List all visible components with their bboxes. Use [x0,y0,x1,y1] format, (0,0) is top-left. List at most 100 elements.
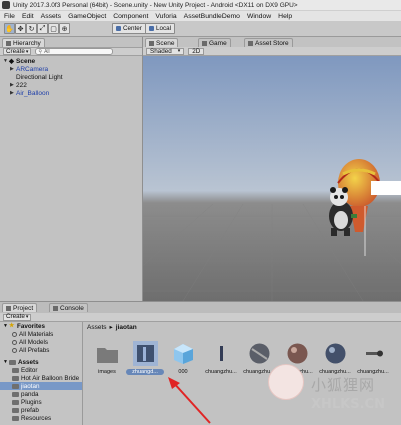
asset-folder[interactable]: Editor [0,366,82,374]
tab-hierarchy[interactable]: Hierarchy [2,38,45,47]
menu-window[interactable]: Window [247,13,271,20]
star-icon: ★ [9,323,15,329]
window-title: Unity 2017.3.0f3 Personal (64bit) - Scen… [13,1,298,9]
menu-assetbundledemo[interactable]: AssetBundleDemo [184,13,240,20]
rect-tool-button[interactable]: ▢ [48,23,59,34]
search-icon: ⚲ [38,48,43,55]
hierarchy-item-label: Directional Light [16,73,63,81]
asset-label: images [98,369,116,375]
hierarchy-panel: Hierarchy Create ▾ ⚲ All ▼ ◆ Scene ▶ ARC… [0,37,143,301]
tab-scene[interactable]: Scene [145,38,179,47]
folder-icon [12,383,19,389]
pivot-center-button[interactable]: Center [112,23,146,34]
hierarchy-item-label: Air_Balloon [16,89,50,97]
project-header: Create ▾ [0,313,401,322]
hierarchy-item[interactable]: Directional Light [0,73,142,81]
asset-folder[interactable]: Hot Air Balloon Bride [0,374,82,382]
create-label: Create [6,313,25,320]
asset-000[interactable]: 000 [164,341,202,381]
hierarchy-scene-row[interactable]: ▼ ◆ Scene [0,57,142,66]
scene-view-canvas [143,56,401,301]
dropdown-arrow-icon: ▾ [25,48,29,55]
breadcrumb: Assets ▸ jiaotan [84,322,401,332]
project-tab-icon [6,305,11,311]
asset-folder-label: panda [21,390,39,398]
project-create-button[interactable]: Create ▾ [3,313,32,321]
tab-project[interactable]: Project [2,303,38,312]
favorite-item[interactable]: All Models [0,338,82,346]
transform-icon: ⊕ [61,25,68,33]
scale-tool-button[interactable]: ⤢ [37,23,48,34]
breadcrumb-jiaotan[interactable]: jiaotan [116,324,137,331]
menu-edit[interactable]: Edit [22,13,34,20]
asset-images[interactable]: images [88,341,126,381]
folder-icon [12,399,19,405]
folder-icon [12,415,19,421]
tab-console[interactable]: Console [49,303,88,312]
favorites-section[interactable]: ▼ ★ Favorites [0,322,82,330]
asset-folder-label: Plugins [21,398,42,406]
scene-viewport[interactable] [143,56,401,301]
tab-asset-store[interactable]: Asset Store [244,38,293,47]
rotate-tool-button[interactable]: ↻ [26,23,37,34]
menu-bar: File Edit Assets GameObject Component Vu… [0,11,401,21]
hierarchy-item[interactable]: ▶ ARCamera [0,65,142,73]
asset-folder-selected[interactable]: jiaotan [0,382,82,390]
favorite-item[interactable]: All Prefabs [0,346,82,354]
shading-mode-dropdown[interactable]: Shaded ▾ [146,47,185,55]
hierarchy-item-label: 222 [16,81,27,89]
menu-gameobject[interactable]: GameObject [68,13,106,20]
mode-2d-toggle[interactable]: 2D [188,47,205,55]
move-icon: ✥ [17,25,24,33]
tab-console-label: Console [60,304,84,312]
hierarchy-create-button[interactable]: Create ▾ [3,48,32,55]
asset-label: 000 [178,369,188,375]
asset-folder[interactable]: prefab [0,406,82,414]
pivot-label: Center [123,25,142,32]
tab-game[interactable]: Game [198,38,231,47]
asset-folder[interactable]: panda [0,390,82,398]
local-space-icon [149,26,154,31]
favorites-label: Favorites [17,322,45,330]
watermark-cn: 小狐狸网 [311,376,376,394]
hierarchy-tab-icon [6,40,11,46]
asset-label: chuangzhu... [205,369,237,375]
hierarchy-search-input[interactable]: ⚲ All [35,48,114,55]
model-icon [133,341,158,366]
asset-zhuangd[interactable]: zhuangd... [126,341,164,381]
menu-assets[interactable]: Assets [41,13,61,20]
move-tool-button[interactable]: ✥ [15,23,26,34]
tab-game-label: Game [209,39,227,47]
hierarchy-list: ▼ ◆ Scene ▶ ARCamera Directional Light ▶… [0,57,142,97]
favorite-item-label: All Models [19,338,49,346]
asset-folder-label: jiaotan [21,382,40,390]
favorite-item-label: All Prefabs [19,346,50,354]
hierarchy-item[interactable]: ▶ Air_Balloon [0,89,142,97]
transform-tool-button[interactable]: ⊕ [59,23,70,34]
hierarchy-item[interactable]: ▶ 222 [0,81,142,89]
tab-asset-store-label: Asset Store [255,39,289,47]
menu-component[interactable]: Component [113,13,148,20]
menu-file[interactable]: File [4,13,15,20]
asset-folder-label: Hot Air Balloon Bride [21,374,80,382]
scene-panel: Scene Game Asset Store Shaded ▾ 2D [143,37,401,301]
asset-folder-label: Editor [21,366,38,374]
asset-chuangzhu-1[interactable]: chuangzhu... [202,341,240,381]
tab-hierarchy-label: Hierarchy [13,39,41,47]
menu-help[interactable]: Help [278,13,292,20]
assets-section[interactable]: ▼ Assets [0,358,82,366]
project-tab-bar: Project Console [0,302,401,313]
asset-folder-label: Resources [21,414,52,422]
menu-vuforia[interactable]: Vuforia [155,13,176,20]
watermark-en: XHLKS.CN [311,397,385,412]
scale-icon: ⤢ [39,24,46,32]
hand-tool-button[interactable]: ✋ [4,23,15,34]
breadcrumb-assets[interactable]: Assets [87,324,107,331]
folder-icon [9,359,16,365]
favorite-item[interactable]: All Materials [0,330,82,338]
dropdown-arrow-icon: ▾ [25,314,29,320]
asset-folder[interactable]: Plugins [0,398,82,406]
pivot-local-button[interactable]: Local [145,23,176,34]
search-icon [12,347,17,353]
asset-folder[interactable]: Resources [0,414,82,422]
